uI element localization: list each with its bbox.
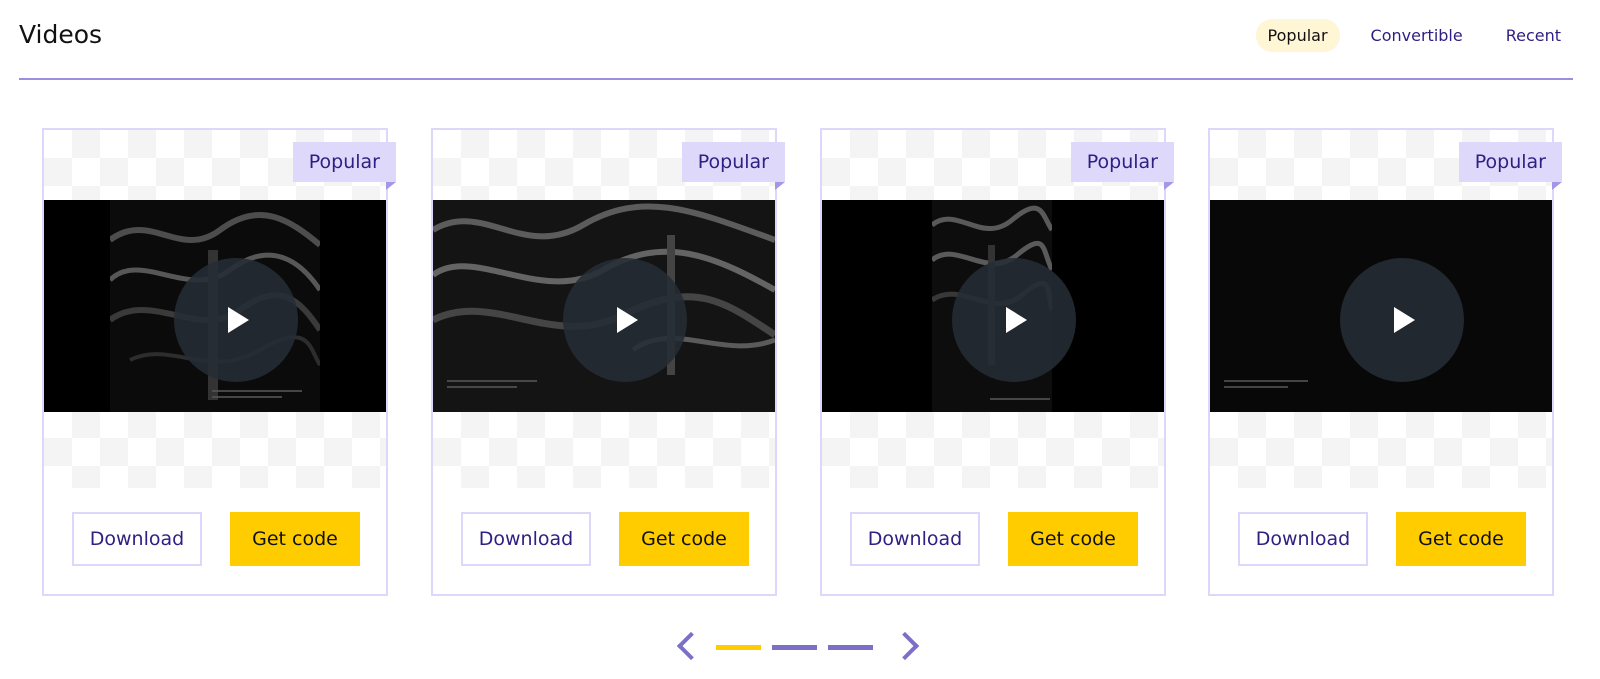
page-indicator-1[interactable]	[716, 645, 761, 650]
video-thumbnail[interactable]	[433, 200, 775, 412]
video-card: Popular Download Get code	[1208, 128, 1562, 596]
download-button[interactable]: Download	[1238, 512, 1368, 566]
video-caption-line	[1224, 380, 1308, 382]
download-button[interactable]: Download	[461, 512, 591, 566]
badge-fold	[1552, 182, 1562, 190]
badge-fold	[1164, 182, 1174, 190]
get-code-button[interactable]: Get code	[619, 512, 749, 566]
tab-recent[interactable]: Recent	[1494, 19, 1573, 52]
video-card: Popular Download Get code	[431, 128, 785, 596]
get-code-button[interactable]: Get code	[230, 512, 360, 566]
badge-fold	[386, 182, 396, 190]
video-thumbnail[interactable]	[822, 200, 1164, 412]
video-caption-line	[447, 386, 517, 388]
popular-badge: Popular	[1070, 142, 1174, 182]
video-thumbnail[interactable]	[44, 200, 386, 412]
download-button[interactable]: Download	[72, 512, 202, 566]
download-button[interactable]: Download	[850, 512, 980, 566]
video-caption-line	[1224, 386, 1288, 388]
chevron-left-icon[interactable]	[676, 631, 706, 661]
video-caption-line	[447, 380, 537, 382]
play-icon[interactable]	[563, 258, 687, 382]
page-indicator-3[interactable]	[828, 645, 873, 650]
video-caption-line	[212, 396, 282, 398]
page-header: Videos Popular Convertible Recent	[19, 0, 1573, 80]
popular-badge: Popular	[681, 142, 785, 182]
badge-fold	[775, 182, 785, 190]
play-icon[interactable]	[174, 258, 298, 382]
tab-convertible[interactable]: Convertible	[1359, 19, 1475, 52]
video-card: Popular Download Get code	[820, 128, 1174, 596]
get-code-button[interactable]: Get code	[1396, 512, 1526, 566]
page-title: Videos	[19, 20, 103, 49]
video-caption-line	[990, 398, 1050, 400]
popular-badge: Popular	[1458, 142, 1562, 182]
video-card: Popular Download Get code	[42, 128, 396, 596]
tab-popular[interactable]: Popular	[1255, 19, 1340, 52]
play-icon[interactable]	[1340, 258, 1464, 382]
video-caption-line	[212, 390, 302, 392]
video-thumbnail[interactable]	[1210, 200, 1552, 412]
chevron-right-icon[interactable]	[890, 631, 920, 661]
play-icon[interactable]	[952, 258, 1076, 382]
carousel-pagination	[0, 631, 1600, 672]
page-indicator-2[interactable]	[772, 645, 817, 650]
get-code-button[interactable]: Get code	[1008, 512, 1138, 566]
popular-badge: Popular	[292, 142, 396, 182]
filter-tabs: Popular Convertible Recent	[1237, 19, 1573, 52]
